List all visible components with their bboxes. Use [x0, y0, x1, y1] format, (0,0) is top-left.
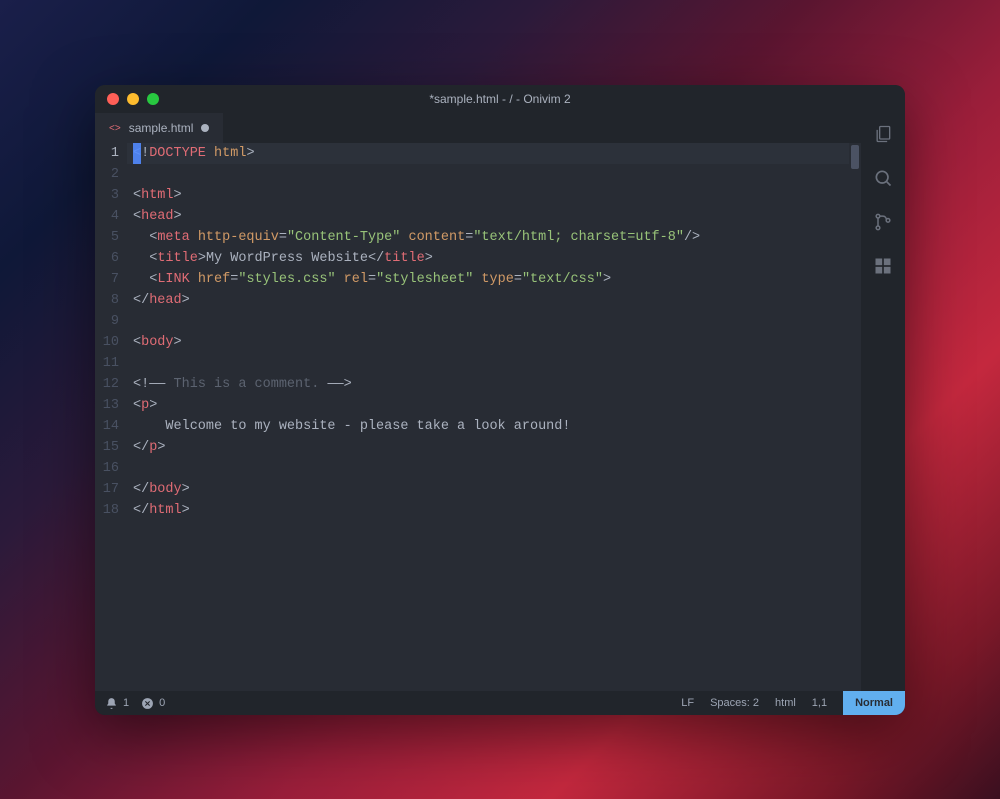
code-line[interactable]: </p> [127, 437, 849, 458]
code-line[interactable]: <p> [127, 395, 849, 416]
code-line[interactable]: <head> [127, 206, 849, 227]
code-line[interactable]: Welcome to my website - please take a lo… [127, 416, 849, 437]
line-number: 12 [95, 374, 119, 395]
line-number: 8 [95, 290, 119, 311]
line-ending-item[interactable]: LF [681, 697, 694, 709]
line-number: 15 [95, 437, 119, 458]
code-line[interactable]: <html> [127, 185, 849, 206]
notifications-count: 1 [123, 697, 129, 709]
code-line[interactable]: <body> [127, 332, 849, 353]
text-cursor [133, 143, 141, 164]
titlebar[interactable]: *sample.html - / - Onivim 2 [95, 85, 905, 113]
code-line[interactable] [127, 458, 849, 479]
extensions-icon[interactable] [872, 255, 894, 277]
indentation-item[interactable]: Spaces: 2 [710, 697, 759, 709]
editor-scrollbar[interactable] [849, 143, 861, 691]
code-editor[interactable]: 123456789101112131415161718 <!DOCTYPE ht… [95, 143, 861, 691]
line-number: 4 [95, 206, 119, 227]
code-line[interactable] [127, 353, 849, 374]
line-number: 3 [95, 185, 119, 206]
code-line[interactable]: <title>My WordPress Website</title> [127, 248, 849, 269]
code-line[interactable]: </body> [127, 479, 849, 500]
status-bar: 1 0 LF Spaces: 2 html 1,1 Normal [95, 691, 905, 715]
app-window: *sample.html - / - Onivim 2 <> sample.ht… [95, 85, 905, 715]
line-number: 2 [95, 164, 119, 185]
activity-bar [861, 113, 905, 691]
tab-bar[interactable]: <> sample.html [95, 113, 861, 143]
line-number: 14 [95, 416, 119, 437]
line-number: 11 [95, 353, 119, 374]
line-number: 18 [95, 500, 119, 521]
code-line[interactable]: </head> [127, 290, 849, 311]
code-line[interactable]: <!DOCTYPE html> [127, 143, 849, 164]
scrollbar-thumb[interactable] [851, 145, 859, 169]
bell-icon [105, 697, 118, 710]
code-line[interactable]: </html> [127, 500, 849, 521]
code-line[interactable] [127, 311, 849, 332]
line-number: 5 [95, 227, 119, 248]
search-icon[interactable] [872, 167, 894, 189]
code-line[interactable] [127, 164, 849, 185]
explorer-icon[interactable] [872, 123, 894, 145]
line-number: 13 [95, 395, 119, 416]
error-icon [141, 697, 154, 710]
main-area: <> sample.html 1234567891011121314151617… [95, 113, 905, 691]
notifications-item[interactable]: 1 [105, 697, 129, 710]
window-title: *sample.html - / - Onivim 2 [95, 92, 905, 106]
line-number: 6 [95, 248, 119, 269]
line-number: 9 [95, 311, 119, 332]
line-number: 17 [95, 479, 119, 500]
html-file-icon: <> [109, 123, 121, 134]
code-content[interactable]: <!DOCTYPE html> <html><head> <meta http-e… [127, 143, 849, 691]
file-tab[interactable]: <> sample.html [95, 113, 223, 143]
line-number: 10 [95, 332, 119, 353]
code-line[interactable]: <LINK href="styles.css" rel="stylesheet"… [127, 269, 849, 290]
code-line[interactable]: <meta http-equiv="Content-Type" content=… [127, 227, 849, 248]
code-line[interactable]: <!—— This is a comment. ——> [127, 374, 849, 395]
source-control-icon[interactable] [872, 211, 894, 233]
line-number-gutter: 123456789101112131415161718 [95, 143, 127, 691]
tab-filename: sample.html [129, 121, 194, 135]
line-number: 7 [95, 269, 119, 290]
file-type-item[interactable]: html [775, 697, 796, 709]
line-number: 16 [95, 458, 119, 479]
errors-count: 0 [159, 697, 165, 709]
editor-area: <> sample.html 1234567891011121314151617… [95, 113, 861, 691]
vim-mode-indicator[interactable]: Normal [843, 691, 905, 715]
line-number: 1 [95, 143, 119, 164]
modified-indicator-icon [201, 124, 209, 132]
cursor-position-item[interactable]: 1,1 [812, 697, 827, 709]
errors-item[interactable]: 0 [141, 697, 165, 710]
